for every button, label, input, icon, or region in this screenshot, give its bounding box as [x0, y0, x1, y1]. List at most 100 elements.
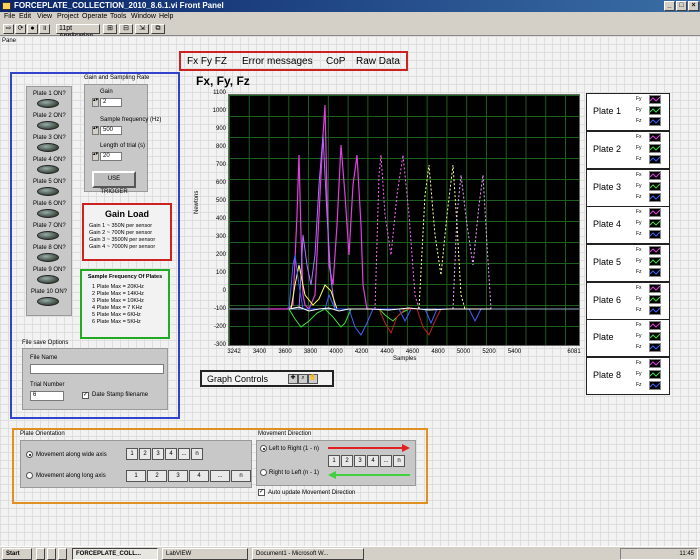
resize-icon[interactable]: ⇲: [135, 24, 149, 34]
file-name-input[interactable]: [30, 364, 164, 374]
y-tick-label: 900: [215, 126, 226, 132]
menu-tools[interactable]: Tools: [110, 13, 126, 20]
zoom-tool-icon[interactable]: ⌕: [298, 374, 308, 384]
legend-swatch[interactable]: [649, 246, 661, 255]
sample-frequency-input[interactable]: 500: [100, 126, 122, 135]
legend-swatch[interactable]: [649, 155, 661, 164]
legend-swatch[interactable]: [649, 359, 661, 368]
plate-9-on-led[interactable]: [37, 275, 59, 284]
legend-swatch[interactable]: [649, 306, 661, 315]
sequence-cell: 2: [341, 455, 353, 467]
sequence-cell: 3: [152, 448, 164, 460]
pause-icon[interactable]: ॥: [39, 24, 50, 34]
abort-icon[interactable]: ●: [27, 24, 38, 34]
minimize-button[interactable]: _: [664, 1, 675, 11]
cursor-tool-icon[interactable]: ✚: [288, 374, 298, 384]
menu-file[interactable]: File: [4, 13, 15, 20]
plate-8-on-led[interactable]: [37, 253, 59, 262]
tab-raw-data[interactable]: Raw Data: [356, 56, 400, 67]
legend-swatch[interactable]: [649, 343, 661, 352]
font-select[interactable]: 11pt Application Font: [56, 24, 100, 48]
legend-swatch[interactable]: [649, 284, 661, 293]
legend-swatch[interactable]: [649, 171, 661, 180]
movement-wide-label: Movement along wide axis: [36, 452, 107, 458]
sample-frequency-spinner[interactable]: ▴▾: [92, 126, 99, 135]
plate-7-on-led[interactable]: [37, 231, 59, 240]
menu-project[interactable]: Project: [57, 13, 79, 20]
window-title-bar: FORCEPLATE_COLLECTION_2010_8.6.1.vi Fron…: [0, 0, 700, 12]
sample-frequency-line: 2 Plate Max = 14KHz: [92, 291, 144, 297]
legend-swatch[interactable]: [649, 106, 661, 115]
gain-spinner[interactable]: ▴▾: [92, 98, 99, 107]
legend-swatch[interactable]: [649, 321, 661, 330]
trial-number-input[interactable]: 6: [30, 391, 64, 401]
run-arrow-icon[interactable]: ⇨: [3, 24, 14, 34]
trial-length-input[interactable]: 20: [100, 152, 122, 161]
legend-swatch[interactable]: [649, 133, 661, 142]
quicklaunch-explorer-icon[interactable]: [58, 548, 67, 560]
plate-10-on-led[interactable]: [37, 297, 59, 306]
trial-length-spinner[interactable]: ▴▾: [92, 152, 99, 161]
auto-update-checkbox[interactable]: ✓: [258, 489, 265, 496]
gain-input[interactable]: 2: [100, 98, 122, 107]
maximize-button[interactable]: □: [676, 1, 687, 11]
legend-swatch[interactable]: [649, 95, 661, 104]
legend-swatch[interactable]: [649, 332, 661, 341]
tab-error-messages[interactable]: Error messages: [242, 56, 313, 67]
movement-long-radio[interactable]: [26, 472, 33, 479]
menu-window[interactable]: Window: [131, 13, 156, 20]
legend-swatch[interactable]: [649, 144, 661, 153]
plate-4-on-led[interactable]: [37, 165, 59, 174]
menu-view[interactable]: View: [37, 13, 52, 20]
plate-1-on-led[interactable]: [37, 99, 59, 108]
menu-help[interactable]: Help: [159, 13, 173, 20]
align-icon[interactable]: ⊞: [103, 24, 117, 34]
right-to-left-radio[interactable]: [260, 469, 267, 476]
reorder-icon[interactable]: ⧉: [151, 24, 165, 34]
tab-cop[interactable]: CoP: [326, 56, 345, 67]
legend-swatch[interactable]: [649, 182, 661, 191]
task-forceplate[interactable]: FORCEPLATE_COLL...: [72, 548, 158, 560]
use-trigger-button[interactable]: USE TRIGGER: [92, 171, 136, 195]
legend-swatch[interactable]: [649, 219, 661, 228]
sequence-cell: 4: [189, 470, 209, 482]
legend-label: Fy: [636, 333, 642, 339]
distribute-icon[interactable]: ⊟: [119, 24, 133, 34]
movement-wide-radio[interactable]: [26, 451, 33, 458]
menu-operate[interactable]: Operate: [82, 13, 107, 20]
date-stamp-checkbox[interactable]: ✓: [82, 392, 89, 399]
plate-legend-8: Plate 8 Fx Fy Fz: [586, 357, 670, 395]
plate-2-on-led[interactable]: [37, 121, 59, 130]
close-button[interactable]: ×: [688, 1, 699, 11]
legend-swatch[interactable]: [649, 370, 661, 379]
y-tick-label: -100: [213, 306, 226, 312]
menu-edit[interactable]: Edit: [19, 13, 31, 20]
legend-swatch[interactable]: [649, 268, 661, 277]
gain-load-title: Gain Load: [104, 209, 149, 219]
tab-fx-fy-fz[interactable]: Fx Fy FZ: [187, 56, 227, 67]
legend-swatch[interactable]: [649, 208, 661, 217]
task-labview[interactable]: LabVIEW: [162, 548, 248, 560]
legend-swatch[interactable]: [649, 193, 661, 202]
task-word-document[interactable]: Document1 - Microsoft W...: [252, 548, 364, 560]
plate-5-on-led[interactable]: [37, 187, 59, 196]
plate-3-on-led[interactable]: [37, 143, 59, 152]
legend-swatch[interactable]: [649, 381, 661, 390]
legend-label: Fz: [636, 307, 642, 313]
legend-swatch[interactable]: [649, 117, 661, 126]
left-to-right-radio[interactable]: [260, 445, 267, 452]
start-button[interactable]: Start: [2, 548, 32, 560]
quicklaunch-desktop-icon[interactable]: [47, 548, 56, 560]
force-chart[interactable]: [228, 94, 580, 346]
plate-name: Plate 4: [593, 219, 622, 229]
legend-swatch[interactable]: [649, 295, 661, 304]
pan-tool-icon[interactable]: ✋: [308, 374, 318, 384]
legend-swatch[interactable]: [649, 230, 661, 239]
series-fz-violet: [298, 134, 336, 310]
sequence-cell: 3: [168, 470, 188, 482]
plate-6-on-led[interactable]: [37, 209, 59, 218]
plate-name: Plate: [593, 332, 614, 342]
legend-swatch[interactable]: [649, 257, 661, 266]
quicklaunch-ie-icon[interactable]: [36, 548, 45, 560]
run-continuously-icon[interactable]: ⟳: [15, 24, 26, 34]
